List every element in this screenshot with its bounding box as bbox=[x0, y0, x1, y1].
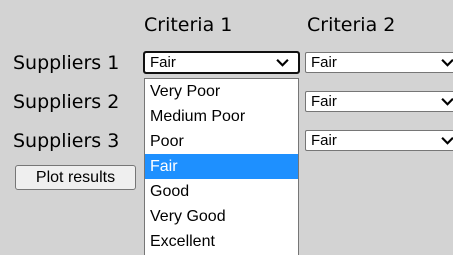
option-excellent[interactable]: Excellent bbox=[145, 229, 298, 254]
select-suppliers-3-criteria-2[interactable]: Fair bbox=[305, 130, 453, 151]
select-value: Fair bbox=[150, 54, 176, 71]
option-very-good[interactable]: Very Good bbox=[145, 204, 298, 229]
row-label-suppliers-1: Suppliers 1 bbox=[13, 52, 120, 74]
option-good[interactable]: Good bbox=[145, 179, 298, 204]
select-value: Fair bbox=[311, 132, 337, 149]
option-very-poor[interactable]: Very Poor bbox=[145, 79, 298, 104]
chevron-down-icon bbox=[441, 59, 453, 67]
option-poor[interactable]: Poor bbox=[145, 129, 298, 154]
column-header-criteria-1: Criteria 1 bbox=[144, 14, 233, 36]
select-suppliers-1-criteria-1[interactable]: Fair bbox=[143, 51, 300, 74]
plot-results-button[interactable]: Plot results bbox=[15, 165, 136, 190]
select-value: Fair bbox=[311, 93, 337, 110]
column-header-criteria-2: Criteria 2 bbox=[307, 14, 396, 36]
select-value: Fair bbox=[311, 54, 337, 71]
select-suppliers-2-criteria-2[interactable]: Fair bbox=[305, 91, 453, 112]
chevron-down-icon bbox=[441, 137, 453, 145]
chevron-down-icon bbox=[441, 98, 453, 106]
chevron-down-icon bbox=[276, 59, 289, 67]
option-medium-poor[interactable]: Medium Poor bbox=[145, 104, 298, 129]
row-label-suppliers-3: Suppliers 3 bbox=[13, 130, 120, 152]
select-suppliers-1-criteria-2[interactable]: Fair bbox=[305, 52, 453, 73]
criteria-dropdown-list[interactable]: Very Poor Medium Poor Poor Fair Good Ver… bbox=[144, 78, 299, 255]
row-label-suppliers-2: Suppliers 2 bbox=[13, 91, 120, 113]
option-fair[interactable]: Fair bbox=[145, 154, 298, 179]
